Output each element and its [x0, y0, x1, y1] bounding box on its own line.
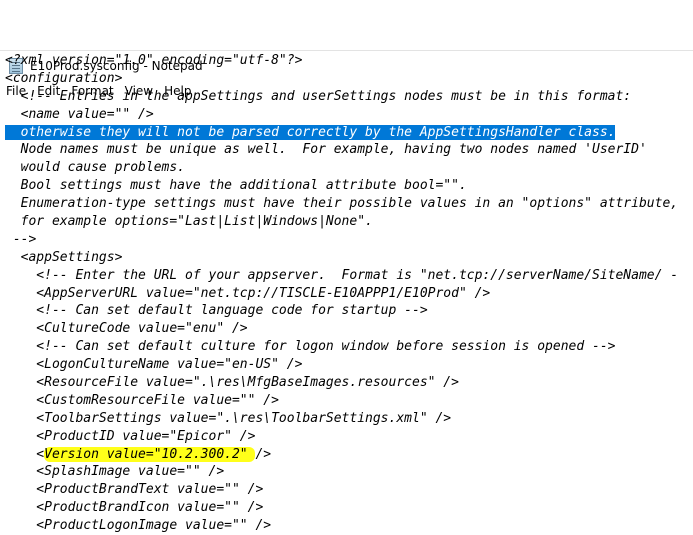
editor-content[interactable]: <?xml version="1.0" encoding="utf-8"?> <… [0, 51, 693, 535]
text-line: <SplashImage value="" /> [5, 464, 225, 480]
text-line: <ResourceFile value=".\res\MfgBaseImages… [5, 375, 459, 391]
text-line: <ToolbarSettings value=".\res\ToolbarSet… [5, 410, 452, 426]
text-line: <configuration> [5, 70, 123, 86]
version-prefix: < [5, 446, 45, 462]
text-line: <ProductLogonImage value="" /> [5, 518, 272, 534]
text-line: <ProductID value="Epicor" /> [5, 428, 256, 444]
text-editor[interactable]: <?xml version="1.0" encoding="utf-8"?> <… [0, 50, 693, 535]
text-line: for example options="Last|List|Windows|N… [5, 214, 373, 230]
text-line: <!-- Entries in the appSettings and user… [5, 88, 632, 104]
text-line: <!-- Can set default culture for logon w… [5, 339, 616, 355]
text-line: <CustomResourceFile value="" /> [5, 392, 279, 408]
text-line: Node names must be unique as well. For e… [5, 142, 647, 158]
text-line: <ProductBrandIcon value="" /> [5, 500, 264, 516]
highlighted-version: Version value="10.2.300.2" [44, 446, 256, 462]
text-line: <LogonCultureName value="en-US" /> [5, 357, 303, 373]
text-line: <appSettings> [5, 249, 123, 265]
text-line: <!-- Enter the URL of your appserver. Fo… [5, 267, 679, 283]
text-line: <ProductBrandText value="" /> [5, 482, 264, 498]
version-line: <Version value="10.2.300.2" /> [5, 446, 693, 464]
text-line: <AppServerURL value="net.tcp://TISCLE-E1… [5, 285, 491, 301]
selection: otherwise they will not be parsed correc… [5, 124, 616, 140]
text-line: <!-- Can set default language code for s… [5, 303, 428, 319]
text-line: Bool settings must have the additional a… [5, 178, 467, 194]
text-line: --> [5, 231, 37, 247]
text-line: would cause problems. [5, 160, 186, 176]
text-line: <CultureCode value="enu" /> [5, 321, 248, 337]
selected-text-line: otherwise they will not be parsed correc… [5, 124, 693, 142]
version-suffix: /> [255, 446, 272, 462]
text-line: <name value="" /> [5, 106, 154, 122]
text-line: <?xml version="1.0" encoding="utf-8"?> [5, 53, 303, 68]
text-line: Enumeration-type settings must have thei… [5, 196, 679, 212]
